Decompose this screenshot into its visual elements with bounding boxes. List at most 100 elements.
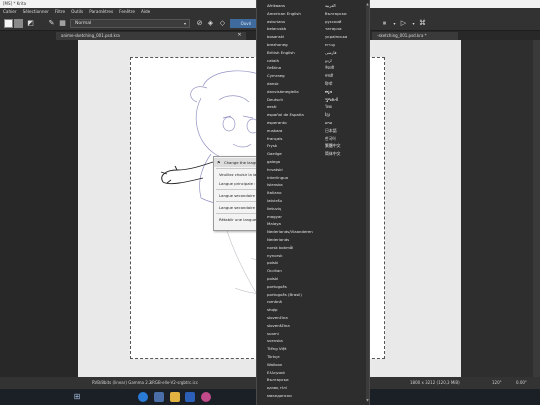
language-option[interactable]: suomi [267,330,323,337]
language-option[interactable]: मराठी [325,72,369,79]
language-option[interactable]: ລາວ [325,119,369,126]
language-option[interactable]: العربية [325,2,369,9]
language-option[interactable]: português [267,283,323,290]
brush-presets-icon[interactable]: ✎ [47,19,56,28]
language-option[interactable]: Türkçe [267,353,323,360]
grid-icon[interactable]: ▦ [58,19,67,28]
language-option[interactable]: bosanski [267,33,323,40]
language-option[interactable]: shqip [267,306,323,313]
language-option[interactable]: svenska [267,337,323,344]
language-option[interactable]: català [267,57,323,64]
language-option[interactable]: hrvatski [267,166,323,173]
language-option[interactable]: íslenska [267,181,323,188]
language-option[interactable]: slovenčina [267,314,323,321]
file-manager-icon[interactable] [154,392,164,402]
wrap-icon[interactable]: ⌘ [418,19,427,28]
menu-item[interactable]: Cahier [3,8,17,16]
edge-browser-icon[interactable] [138,392,148,402]
language-option[interactable]: interlingua [267,174,323,181]
language-option[interactable]: Cymraeg [267,72,323,79]
language-option[interactable]: ไทย [325,103,369,110]
start-icon[interactable]: ⊞ [72,392,82,402]
language-option[interactable]: Tiếng Việt [267,345,323,352]
language-option[interactable]: ខ្មែរ [325,111,369,118]
language-option[interactable]: Gaeilge [267,150,323,157]
language-option[interactable]: polski [267,275,323,282]
language-option[interactable]: Frysk [267,142,323,149]
preserve-alpha-icon[interactable]: ◈ [206,19,215,28]
menu-item[interactable]: Filtre [55,8,65,16]
blend-mode-select[interactable]: Normal ▾ [70,19,190,28]
language-option[interactable]: नेपाली [325,64,369,71]
language-option[interactable]: 한국어 [325,135,369,142]
menu-item[interactable]: Fenêtre [119,8,135,16]
chevron-down-icon[interactable]: ▾ [390,19,399,28]
mirror-icon[interactable]: ◇ [218,19,227,28]
language-option[interactable]: français [267,135,323,142]
menu-item[interactable]: Paramètres [89,8,113,16]
language-option[interactable]: татарча [325,25,369,32]
language-option[interactable]: norsk bokmål [267,244,323,251]
close-icon[interactable]: ✕ [235,31,244,40]
language-option[interactable]: español de España [267,111,323,118]
language-option[interactable]: Occitan [267,267,323,274]
language-option[interactable]: Deutsch [267,96,323,103]
language-option[interactable]: dansk [267,80,323,87]
language-option[interactable]: Afrikaans [267,2,323,9]
language-option[interactable]: 简体中文 [325,150,369,157]
mirror-horizontal-icon[interactable]: ⏸ [380,19,389,28]
mirror-vertical-icon[interactable]: ▷ [399,19,408,28]
language-option[interactable]: Walloon [267,361,323,368]
swap-colors-icon[interactable]: ◩ [26,19,35,28]
language-option[interactable]: 繁體中文 [325,142,369,149]
language-option[interactable]: български [267,376,323,383]
language-option[interactable]: اردو [325,57,369,64]
language-option[interactable]: euskara [267,127,323,134]
language-option[interactable]: ગુજરાતી [325,96,369,103]
language-option[interactable]: қазақ тілі [267,384,323,391]
krita-icon[interactable] [201,392,211,402]
language-option[interactable]: asturianu [267,18,323,25]
rotation-label[interactable]: 0.00° [516,377,527,389]
language-option[interactable]: British English [267,49,323,56]
language-option[interactable]: Italiano [267,189,323,196]
tab-document-second[interactable]: -sketching_001.psd.kra * [372,32,458,40]
language-option[interactable]: lietuvių [267,205,323,212]
language-option[interactable]: ಕನ್ನಡ [325,88,369,95]
menu-item[interactable]: Outils [71,8,83,16]
language-option[interactable]: davvisámegiella [267,88,323,95]
language-option[interactable]: čeština [267,64,323,71]
language-option[interactable]: română [267,298,323,305]
language-option[interactable]: 日本語 [325,127,369,134]
language-option[interactable]: nynorsk [267,252,323,259]
language-option[interactable]: slovenščina [267,322,323,329]
language-option[interactable]: Malaya [267,220,323,227]
scrollbar[interactable] [533,40,540,377]
language-option[interactable]: esperanto [267,119,323,126]
folder-icon[interactable] [170,392,180,402]
language-option[interactable]: עברית [325,41,369,48]
erase-mode-icon[interactable]: ⊘ [195,19,204,28]
language-option[interactable]: beIaruskà [267,25,323,32]
tab-document[interactable]: anime-sketching_001.psd.kra [56,32,246,40]
language-option[interactable]: latviešu [267,197,323,204]
language-option[interactable]: български [325,10,369,17]
language-option[interactable]: Ελληνικά [267,369,323,376]
chevron-down-icon[interactable]: ▾ [409,19,418,28]
background-color-swatch[interactable] [14,19,23,28]
language-option[interactable]: فارسی [325,49,369,56]
zoom-label[interactable]: 120° [492,377,502,389]
foreground-color-swatch[interactable] [4,19,13,28]
language-option[interactable]: polski [267,259,323,266]
language-option[interactable]: galego [267,158,323,165]
language-option[interactable]: eesti [267,103,323,110]
language-option[interactable]: magyar [267,213,323,220]
menu-item[interactable]: Sélectionner [23,8,49,16]
language-option[interactable]: American English [267,10,323,17]
language-option[interactable]: македонски [267,392,323,399]
language-option[interactable]: हिन्दी [325,80,369,87]
language-option[interactable]: brezhoneg [267,41,323,48]
language-option[interactable]: Nederlands/Vlaanderen [267,228,323,235]
menu-item[interactable]: Aide [141,8,150,16]
word-icon[interactable] [185,392,195,402]
